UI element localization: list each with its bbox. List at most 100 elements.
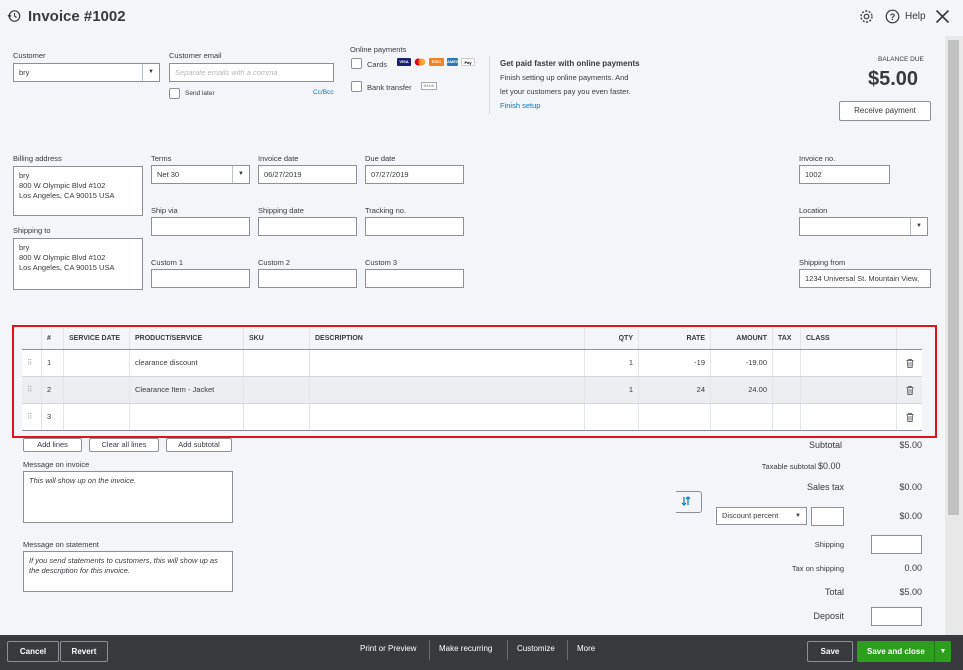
total-label: Total: [824, 587, 844, 597]
cc-bcc-link[interactable]: Cc/Bcc: [313, 89, 334, 96]
row-sku[interactable]: [243, 377, 309, 403]
add-lines-button[interactable]: Add lines: [23, 438, 82, 452]
row-amount[interactable]: [710, 404, 772, 430]
deposit-input[interactable]: [871, 607, 922, 626]
row-tax[interactable]: [772, 377, 800, 403]
row-service-date[interactable]: [63, 350, 129, 376]
row-qty[interactable]: 1: [584, 377, 638, 403]
deposit-label: Deposit: [813, 611, 844, 621]
drag-handle-icon[interactable]: ⠿: [22, 350, 41, 376]
row-service-date[interactable]: [63, 377, 129, 403]
clear-all-lines-button[interactable]: Clear all lines: [89, 438, 159, 452]
row-description[interactable]: [309, 404, 584, 430]
bank-transfer-checkbox[interactable]: [351, 81, 362, 92]
more-button[interactable]: More: [577, 644, 595, 653]
discount-value-input[interactable]: [811, 507, 844, 526]
billing-address-input[interactable]: bry 800 W Olympic Blvd #102 Los Angeles,…: [13, 166, 143, 216]
row-class[interactable]: [800, 377, 896, 403]
customer-select[interactable]: bry ▼: [13, 63, 160, 82]
invoice-date-input[interactable]: 06/27/2019: [258, 165, 357, 184]
shipping-input[interactable]: [871, 535, 922, 554]
custom3-input[interactable]: [365, 269, 464, 288]
row-tax[interactable]: [772, 404, 800, 430]
save-options-chevron-icon[interactable]: ▼: [934, 641, 951, 662]
close-icon[interactable]: [935, 9, 950, 24]
trash-icon[interactable]: [896, 404, 922, 430]
custom1-input[interactable]: [151, 269, 250, 288]
billing-address-label: Billing address: [13, 154, 62, 163]
due-date-input[interactable]: 07/27/2019: [365, 165, 464, 184]
col-num: #: [41, 328, 63, 349]
shipping-to-input[interactable]: bry 800 W Olympic Blvd #102 Los Angeles,…: [13, 238, 143, 290]
drag-handle-icon[interactable]: ⠿: [22, 377, 41, 403]
trash-icon[interactable]: [896, 350, 922, 376]
row-description[interactable]: [309, 377, 584, 403]
promo-title: Get paid faster with online payments: [500, 59, 640, 68]
row-product[interactable]: [129, 404, 243, 430]
chevron-down-icon: ▼: [232, 166, 249, 183]
row-class[interactable]: [800, 350, 896, 376]
send-later-label: Send later: [185, 90, 215, 97]
cancel-button[interactable]: Cancel: [7, 641, 59, 662]
row-sku[interactable]: [243, 404, 309, 430]
ship-via-input[interactable]: [151, 217, 250, 236]
message-invoice-input[interactable]: This will show up on the invoice.: [23, 471, 233, 523]
shipping-date-input[interactable]: [258, 217, 357, 236]
sales-tax-value: $0.00: [899, 482, 922, 492]
customer-email-input[interactable]: Separate emails with a comma: [169, 63, 334, 82]
divider: [429, 640, 430, 660]
col-rate: RATE: [638, 328, 710, 349]
row-service-date[interactable]: [63, 404, 129, 430]
row-tax[interactable]: [772, 350, 800, 376]
save-and-close-button[interactable]: Save and close: [857, 641, 934, 662]
row-qty[interactable]: [584, 404, 638, 430]
cards-checkbox[interactable]: [351, 58, 362, 69]
table-row[interactable]: ⠿ 1 clearance discount 1 -19 -19.00: [22, 350, 922, 377]
row-amount[interactable]: 24.00: [710, 377, 772, 403]
customer-email-placeholder: Separate emails with a comma: [175, 68, 278, 77]
swap-icon[interactable]: [681, 496, 691, 506]
scrollbar-thumb[interactable]: [948, 40, 959, 515]
invoice-no-input[interactable]: 1002: [799, 165, 890, 184]
custom2-input[interactable]: [258, 269, 357, 288]
row-rate[interactable]: 24: [638, 377, 710, 403]
discount-type-select[interactable]: Discount percent ▼: [716, 507, 807, 525]
customer-email-label: Customer email: [169, 51, 222, 60]
help-icon[interactable]: ?: [885, 9, 900, 24]
col-class: CLASS: [800, 328, 896, 349]
row-product[interactable]: clearance discount: [129, 350, 243, 376]
tracking-no-input[interactable]: [365, 217, 464, 236]
row-num: 1: [41, 350, 63, 376]
row-sku[interactable]: [243, 350, 309, 376]
receive-payment-button[interactable]: Receive payment: [839, 101, 931, 121]
trash-icon[interactable]: [896, 377, 922, 403]
print-preview-button[interactable]: Print or Preview: [360, 644, 416, 653]
gear-icon[interactable]: [859, 9, 874, 24]
revert-button[interactable]: Revert: [60, 641, 108, 662]
save-button[interactable]: Save: [807, 641, 853, 662]
row-product[interactable]: Clearance Item - Jacket: [129, 377, 243, 403]
terms-select[interactable]: Net 30 ▼: [151, 165, 250, 184]
add-subtotal-button[interactable]: Add subtotal: [166, 438, 232, 452]
bank-icon: BANK: [421, 82, 437, 90]
send-later-checkbox[interactable]: [169, 88, 180, 99]
shipping-from-input[interactable]: 1234 Universal St. Mountain View,: [799, 269, 931, 288]
row-rate[interactable]: -19: [638, 350, 710, 376]
help-label[interactable]: Help: [905, 11, 926, 22]
row-qty[interactable]: 1: [584, 350, 638, 376]
customize-button[interactable]: Customize: [517, 644, 555, 653]
table-row[interactable]: ⠿ 2 Clearance Item - Jacket 1 24 24.00: [22, 377, 922, 404]
location-select[interactable]: ▼: [799, 217, 928, 236]
make-recurring-button[interactable]: Make recurring: [439, 644, 492, 653]
row-rate[interactable]: [638, 404, 710, 430]
history-icon[interactable]: [7, 9, 21, 23]
row-description[interactable]: [309, 350, 584, 376]
subtotal-label: Subtotal: [808, 440, 842, 450]
message-statement-input[interactable]: If you send statements to customers, thi…: [23, 551, 233, 592]
table-row[interactable]: ⠿ 3: [22, 404, 922, 431]
row-class[interactable]: [800, 404, 896, 430]
finish-setup-link[interactable]: Finish setup: [500, 101, 540, 110]
drag-handle-icon[interactable]: ⠿: [22, 404, 41, 430]
row-amount[interactable]: -19.00: [710, 350, 772, 376]
custom3-label: Custom 3: [365, 258, 398, 267]
